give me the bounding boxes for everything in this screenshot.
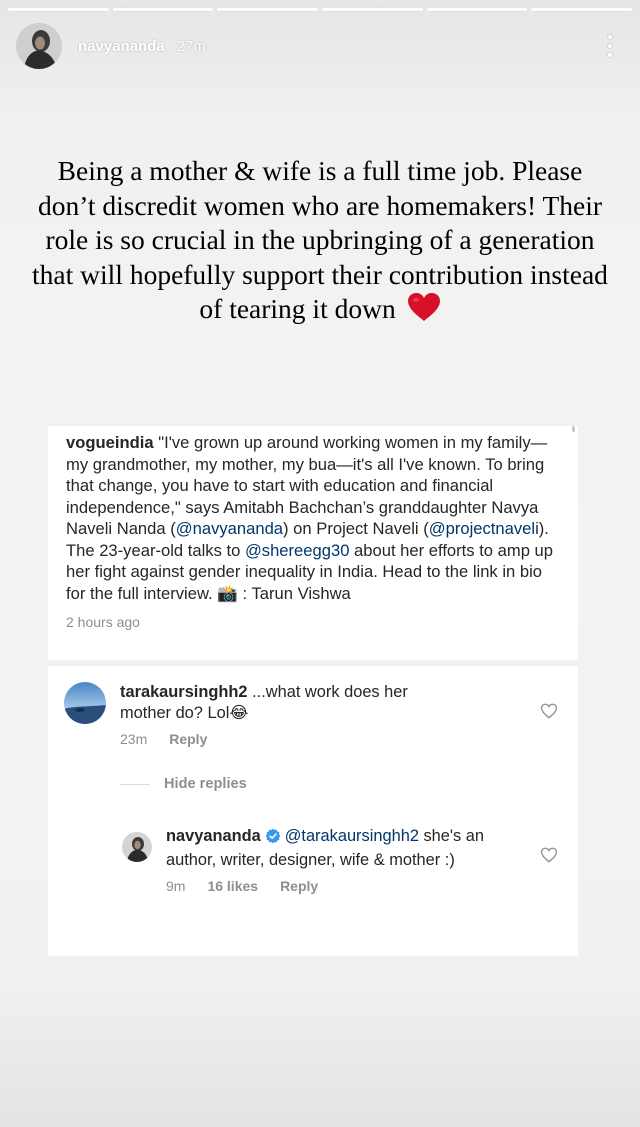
story-avatar[interactable] bbox=[16, 23, 62, 69]
progress-segment bbox=[8, 8, 109, 11]
divider bbox=[120, 783, 150, 785]
hide-replies-label: Hide replies bbox=[164, 776, 247, 792]
heart-outline-icon[interactable] bbox=[540, 846, 558, 864]
mention-link[interactable]: @shereegg30 bbox=[245, 541, 350, 560]
story-caption: Being a mother & wife is a full time job… bbox=[30, 154, 610, 331]
reply-avatar[interactable] bbox=[122, 832, 152, 862]
post-caption-card: vogueindia "I've grown up around working… bbox=[48, 426, 578, 660]
reply-username[interactable]: navyananda bbox=[166, 827, 261, 845]
reply-button[interactable]: Reply bbox=[169, 731, 207, 747]
post-username[interactable]: vogueindia bbox=[66, 433, 154, 452]
progress-segment bbox=[531, 8, 633, 11]
story-username[interactable]: navyananda bbox=[78, 38, 165, 55]
reply-text: navyananda @tarakaursinghh2 she's an auth… bbox=[166, 826, 506, 870]
story-header: navyananda 27m bbox=[16, 22, 620, 70]
scroll-indicator bbox=[572, 426, 575, 432]
laughing-emoji-icon: 😂 bbox=[229, 703, 249, 722]
reply-item: navyananda @tarakaursinghh2 she's an auth… bbox=[122, 826, 558, 894]
hide-replies-button[interactable]: Hide replies bbox=[120, 776, 247, 792]
commenter-avatar[interactable] bbox=[64, 682, 106, 724]
comment-username[interactable]: tarakaursinghh2 bbox=[120, 683, 248, 701]
progress-segment bbox=[426, 8, 528, 11]
mention-link[interactable]: @projectnaveli bbox=[429, 519, 539, 538]
heart-outline-icon[interactable] bbox=[540, 702, 558, 720]
comment-item: tarakaursinghh2 ...what work does her mo… bbox=[64, 682, 558, 747]
progress-segment bbox=[112, 8, 214, 11]
comment-text: tarakaursinghh2 ...what work does her mo… bbox=[120, 682, 460, 723]
likes-count[interactable]: 16 likes bbox=[207, 878, 258, 894]
mention-link[interactable]: @tarakaursinghh2 bbox=[285, 827, 419, 845]
red-heart-icon bbox=[407, 292, 441, 331]
post-timestamp: 2 hours ago bbox=[66, 614, 140, 630]
story-progress-bar bbox=[8, 8, 633, 11]
comment-timestamp: 23m bbox=[120, 731, 148, 747]
comments-card: tarakaursinghh2 ...what work does her mo… bbox=[48, 666, 578, 956]
post-caption-text: vogueindia "I've grown up around working… bbox=[66, 432, 560, 604]
progress-segment bbox=[322, 8, 423, 11]
more-options-icon[interactable] bbox=[600, 33, 620, 59]
post-text-part: : Tarun Vishwa bbox=[237, 583, 351, 603]
verified-badge-icon bbox=[265, 828, 281, 850]
progress-segment bbox=[217, 8, 319, 11]
caption-text: Being a mother & wife is a full time job… bbox=[32, 155, 608, 324]
story-timestamp: 27m bbox=[176, 37, 206, 55]
reply-button[interactable]: Reply bbox=[280, 878, 318, 894]
camera-flash-icon: 📸 bbox=[217, 583, 238, 603]
reply-timestamp: 9m bbox=[166, 878, 186, 894]
mention-link[interactable]: @navyananda bbox=[176, 519, 283, 538]
post-text-part: ) on Project Naveli ( bbox=[283, 519, 429, 538]
